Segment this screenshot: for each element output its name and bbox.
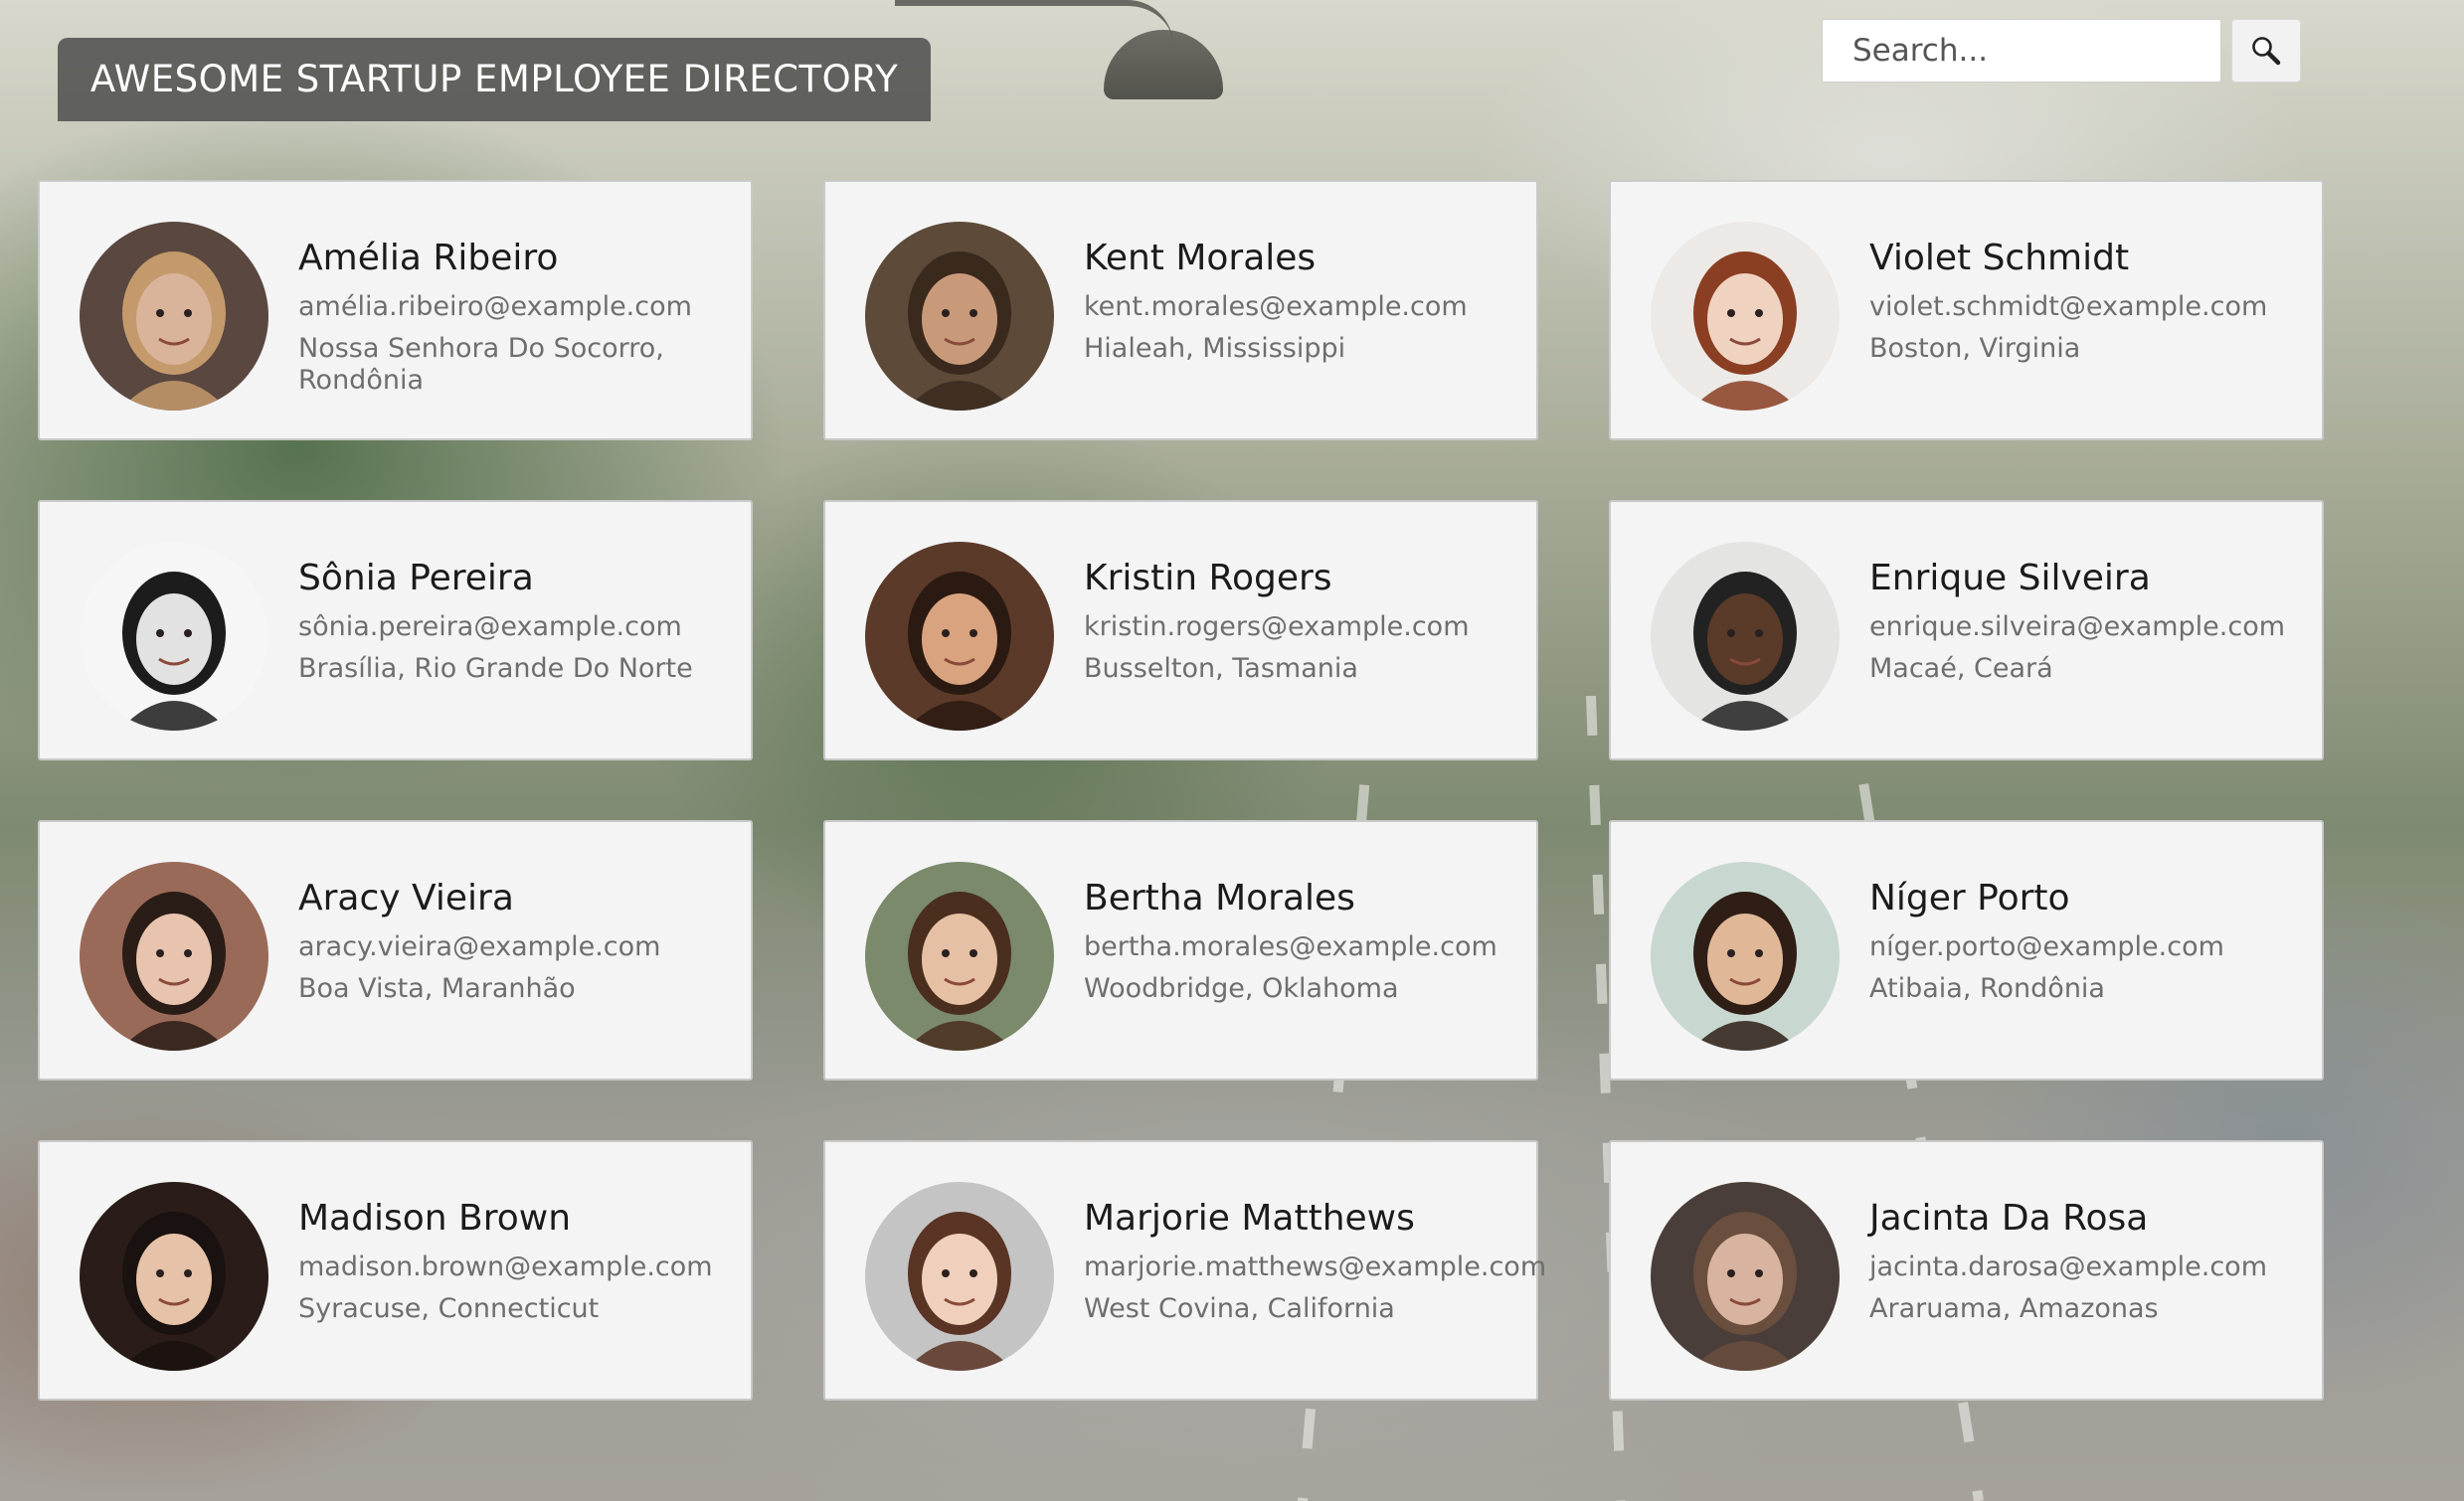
- employee-avatar: [80, 862, 268, 1051]
- employee-card[interactable]: Madison Brown madison.brown@example.com Sy…: [38, 1140, 753, 1401]
- employee-name: Bertha Morales: [1084, 878, 1355, 918]
- employee-avatar: [1651, 862, 1840, 1051]
- employee-email: níger.porto@example.com: [1869, 931, 2224, 962]
- employee-card[interactable]: Marjorie Matthews marjorie.matthews@examp…: [823, 1140, 1547, 1401]
- employee-location: Brasília, Rio Grande Do Norte: [298, 653, 693, 684]
- employee-location: Macaé, Ceará: [1869, 653, 2053, 684]
- employee-email: madison.brown@example.com: [298, 1251, 713, 1282]
- employee-avatar: [80, 1182, 268, 1371]
- employee-info: Sônia Pereira sônia.pereira@example.com Br…: [298, 542, 751, 685]
- employee-info: Enrique Silveira enrique.silveira@example…: [1869, 542, 2322, 685]
- employee-email: amélia.ribeiro@example.com: [298, 291, 692, 322]
- employee-location: West Covina, California: [1084, 1293, 1395, 1324]
- employee-info: Jacinta Da Rosa jacinta.darosa@example.co…: [1869, 1182, 2322, 1325]
- employee-name: Níger Porto: [1869, 878, 2070, 918]
- employee-avatar: [1651, 542, 1840, 731]
- employee-card[interactable]: Sônia Pereira sônia.pereira@example.com Br…: [38, 500, 753, 760]
- employee-info: Kent Morales kent.morales@example.com Hial…: [1084, 222, 1536, 365]
- employee-name: Madison Brown: [298, 1198, 572, 1239]
- employee-card[interactable]: Amélia Ribeiro amélia.ribeiro@example.com…: [38, 180, 753, 440]
- employee-location: Hialeah, Mississippi: [1084, 333, 1346, 364]
- search-input[interactable]: [1822, 19, 2221, 83]
- employee-location: Boa Vista, Maranhão: [298, 973, 576, 1004]
- employee-name: Violet Schmidt: [1869, 238, 2130, 278]
- employee-email: jacinta.darosa@example.com: [1869, 1251, 2268, 1282]
- employee-info: Bertha Morales bertha.morales@example.com…: [1084, 862, 1536, 1005]
- employee-avatar: [865, 862, 1054, 1051]
- employee-location: Araruama, Amazonas: [1869, 1293, 2159, 1324]
- employee-avatar: [1651, 222, 1840, 411]
- employee-location: Busselton, Tasmania: [1084, 653, 1358, 684]
- search-icon: [2252, 37, 2281, 66]
- employee-info: Kristin Rogers kristin.rogers@example.com…: [1084, 542, 1536, 685]
- employee-avatar: [865, 222, 1054, 411]
- employee-name: Marjorie Matthews: [1084, 1198, 1415, 1239]
- employee-email: kristin.rogers@example.com: [1084, 611, 1470, 642]
- search-button[interactable]: [2231, 19, 2301, 83]
- employee-card[interactable]: Jacinta Da Rosa jacinta.darosa@example.co…: [1609, 1140, 2324, 1401]
- employee-name: Kristin Rogers: [1084, 558, 1332, 598]
- employee-info: Aracy Vieira aracy.vieira@example.com Boa …: [298, 862, 751, 1005]
- employee-info: Amélia Ribeiro amélia.ribeiro@example.com…: [298, 222, 751, 397]
- employee-info: Níger Porto níger.porto@example.com Atibai…: [1869, 862, 2322, 1005]
- employee-location: Woodbridge, Oklahoma: [1084, 973, 1399, 1004]
- employee-avatar: [80, 222, 268, 411]
- employee-card[interactable]: Bertha Morales bertha.morales@example.com…: [823, 820, 1538, 1081]
- employee-location: Boston, Virginia: [1869, 333, 2081, 364]
- page-title: AWESOME STARTUP EMPLOYEE DIRECTORY: [58, 38, 931, 121]
- employee-email: aracy.vieira@example.com: [298, 931, 661, 962]
- employee-card[interactable]: Enrique Silveira enrique.silveira@example…: [1609, 500, 2324, 760]
- employee-location: Nossa Senhora Do Socorro, Rondônia: [298, 333, 664, 396]
- employee-email: marjorie.matthews@example.com: [1084, 1251, 1547, 1282]
- employee-email: sônia.pereira@example.com: [298, 611, 682, 642]
- employee-email: kent.morales@example.com: [1084, 291, 1468, 322]
- employee-card[interactable]: Violet Schmidt violet.schmidt@example.com…: [1609, 180, 2324, 440]
- employee-name: Jacinta Da Rosa: [1869, 1198, 2149, 1239]
- employee-card[interactable]: Kristin Rogers kristin.rogers@example.com…: [823, 500, 1538, 760]
- employee-name: Enrique Silveira: [1869, 558, 2151, 598]
- employee-avatar: [865, 542, 1054, 731]
- employee-name: Sônia Pereira: [298, 558, 534, 598]
- employee-location: Atibaia, Rondônia: [1869, 973, 2105, 1004]
- employee-name: Amélia Ribeiro: [298, 238, 559, 278]
- employee-info: Madison Brown madison.brown@example.com Sy…: [298, 1182, 751, 1325]
- employee-email: bertha.morales@example.com: [1084, 931, 1497, 962]
- employee-email: enrique.silveira@example.com: [1869, 611, 2286, 642]
- employee-avatar: [1651, 1182, 1840, 1371]
- employee-avatar: [865, 1182, 1054, 1371]
- employee-card[interactable]: Níger Porto níger.porto@example.com Atibai…: [1609, 820, 2324, 1081]
- employee-card[interactable]: Aracy Vieira aracy.vieira@example.com Boa …: [38, 820, 753, 1081]
- employee-info: Marjorie Matthews marjorie.matthews@examp…: [1084, 1182, 1547, 1325]
- employee-name: Kent Morales: [1084, 238, 1317, 278]
- employee-grid: Amélia Ribeiro amélia.ribeiro@example.com…: [38, 180, 2325, 1401]
- employee-avatar: [80, 542, 268, 731]
- employee-card[interactable]: Kent Morales kent.morales@example.com Hial…: [823, 180, 1538, 440]
- employee-name: Aracy Vieira: [298, 878, 514, 918]
- employee-info: Violet Schmidt violet.schmidt@example.com…: [1869, 222, 2322, 365]
- employee-location: Syracuse, Connecticut: [298, 1293, 600, 1324]
- employee-email: violet.schmidt@example.com: [1869, 291, 2268, 322]
